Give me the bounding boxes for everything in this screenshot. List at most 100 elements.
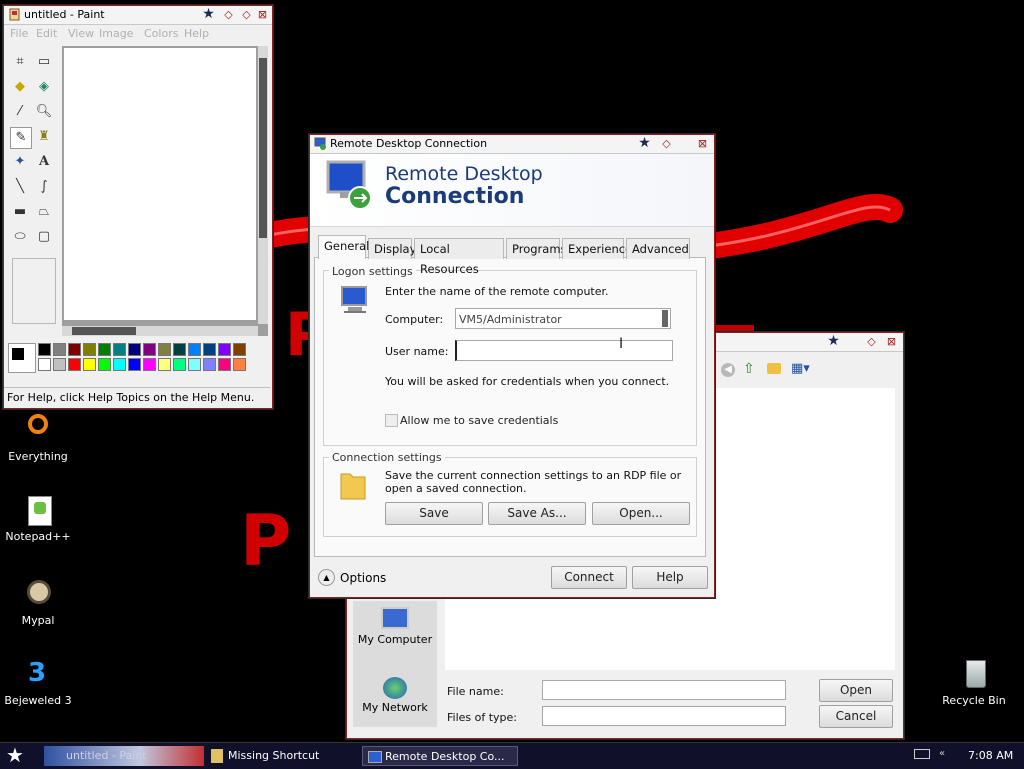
open-button[interactable]: Open xyxy=(819,679,893,702)
color-swatch[interactable] xyxy=(188,343,201,356)
open-button[interactable]: Open... xyxy=(592,502,690,525)
color-swatch[interactable] xyxy=(158,343,171,356)
magnifier-icon[interactable]: 🔍︎ xyxy=(34,102,54,122)
tab-display[interactable]: Display xyxy=(368,238,416,259)
color-swatch[interactable] xyxy=(218,358,231,371)
close-icon[interactable]: ⊠ xyxy=(255,7,270,22)
color-swatch[interactable] xyxy=(143,358,156,371)
polygon-icon[interactable]: ⏢ xyxy=(34,202,54,222)
color-swatch[interactable] xyxy=(203,358,216,371)
tool-options[interactable] xyxy=(12,258,56,324)
minimize-icon[interactable]: ◇ xyxy=(221,7,236,22)
color-swatch[interactable] xyxy=(173,358,186,371)
menu-help[interactable]: Help xyxy=(184,27,209,40)
text-icon[interactable]: A xyxy=(34,152,54,172)
free-select-icon[interactable]: ⌗ xyxy=(10,52,30,72)
places-my-computer[interactable]: My Computer xyxy=(353,607,437,646)
current-colors[interactable] xyxy=(8,343,36,373)
tab-experience[interactable]: Experience xyxy=(562,238,632,259)
tab-programs[interactable]: Programs xyxy=(506,238,567,259)
rect-select-icon[interactable]: ▭ xyxy=(34,52,54,72)
color-swatch[interactable] xyxy=(188,358,201,371)
desktop-icon-notepadpp[interactable]: Notepad++ xyxy=(0,494,76,543)
paint-titlebar[interactable]: untitled - Paint ★ ◇ ◇ ⊠ xyxy=(4,6,272,25)
options-toggle[interactable]: ▲ Options xyxy=(318,569,398,587)
close-icon[interactable]: ⊠ xyxy=(695,136,710,151)
computer-input[interactable]: VM5/Administrator xyxy=(455,308,671,329)
menu-view[interactable]: View xyxy=(68,27,94,40)
vertical-scrollbar[interactable] xyxy=(258,46,268,324)
color-swatch[interactable] xyxy=(38,358,51,371)
color-swatch[interactable] xyxy=(83,358,96,371)
color-swatch[interactable] xyxy=(158,358,171,371)
desktop-icon-everything[interactable]: Everything xyxy=(0,414,76,463)
close-icon[interactable]: ⊠ xyxy=(884,334,899,349)
fill-icon[interactable]: ◈ xyxy=(34,77,54,97)
rounded-rect-icon[interactable]: ▢ xyxy=(34,227,54,247)
drawing-canvas[interactable] xyxy=(64,48,256,320)
pin-icon[interactable]: ★ xyxy=(826,334,841,349)
save-credentials-checkbox[interactable] xyxy=(385,414,398,427)
desktop-icon-bejeweled[interactable]: 3 Bejeweled 3 xyxy=(0,658,76,707)
color-swatch[interactable] xyxy=(143,343,156,356)
brush-icon[interactable]: ♜ xyxy=(34,127,54,147)
color-swatch[interactable] xyxy=(113,358,126,371)
task-missing-shortcut[interactable]: Missing Shortcut xyxy=(206,746,356,766)
color-swatch[interactable] xyxy=(173,343,186,356)
task-paint[interactable]: untitled - Paint xyxy=(44,746,204,766)
new-folder-icon[interactable] xyxy=(767,363,781,374)
start-button[interactable]: ★ xyxy=(6,744,24,766)
up-folder-icon[interactable]: ⇧ xyxy=(743,361,755,377)
tab-advanced[interactable]: Advanced xyxy=(626,238,690,259)
pin-icon[interactable]: ★ xyxy=(637,136,652,151)
tab-general[interactable]: General xyxy=(318,235,369,259)
file-name-input[interactable] xyxy=(542,680,786,700)
save-button[interactable]: Save xyxy=(385,502,483,525)
color-picker-icon[interactable]: ⁄ xyxy=(10,102,30,122)
color-swatch[interactable] xyxy=(68,358,81,371)
tab-local-resources[interactable]: Local Resources xyxy=(414,238,504,276)
menu-edit[interactable]: Edit xyxy=(36,27,57,40)
scroll-thumb[interactable] xyxy=(72,327,136,335)
task-remote-desktop[interactable]: Remote Desktop Co... xyxy=(362,746,518,766)
airbrush-icon[interactable]: ✦ xyxy=(10,152,30,172)
cancel-button[interactable]: Cancel xyxy=(819,705,893,728)
desktop-icon-recycle-bin[interactable]: Recycle Bin xyxy=(936,658,1012,707)
rectangle-icon[interactable]: ▬ xyxy=(10,202,30,222)
connect-button[interactable]: Connect xyxy=(551,566,627,589)
menu-colors[interactable]: Colors xyxy=(144,27,178,40)
color-swatch[interactable] xyxy=(128,358,141,371)
tray-arrow-icon[interactable]: « xyxy=(939,748,945,759)
line-icon[interactable]: ╲ xyxy=(10,177,30,197)
username-input[interactable] xyxy=(455,340,673,361)
ellipse-icon[interactable]: ⬭ xyxy=(10,227,30,247)
color-swatch[interactable] xyxy=(83,343,96,356)
back-icon[interactable]: ◀ xyxy=(721,363,735,377)
save-as-button[interactable]: Save As... xyxy=(488,502,586,525)
keyboard-icon[interactable] xyxy=(914,749,930,759)
menu-image[interactable]: Image xyxy=(99,27,133,40)
color-swatch[interactable] xyxy=(98,343,111,356)
help-button[interactable]: Help xyxy=(632,566,708,589)
pin-icon[interactable]: ★ xyxy=(201,7,216,22)
desktop-icon-mypal[interactable]: Mypal xyxy=(0,578,76,627)
color-swatch[interactable] xyxy=(233,358,246,371)
color-swatch[interactable] xyxy=(53,358,66,371)
scroll-thumb[interactable] xyxy=(259,58,267,238)
computer-dropdown-icon[interactable] xyxy=(662,310,668,327)
color-swatch[interactable] xyxy=(233,343,246,356)
pencil-icon[interactable]: ✎ xyxy=(10,127,32,149)
color-swatch[interactable] xyxy=(53,343,66,356)
curve-icon[interactable]: ∫ xyxy=(34,177,54,197)
color-swatch[interactable] xyxy=(218,343,231,356)
horizontal-scrollbar[interactable] xyxy=(62,326,258,336)
minimize-icon[interactable]: ◇ xyxy=(864,334,879,349)
eraser-icon[interactable]: ◆ xyxy=(10,77,30,97)
files-of-type-select[interactable] xyxy=(542,706,786,726)
minimize-icon[interactable]: ◇ xyxy=(659,136,674,151)
color-swatch[interactable] xyxy=(113,343,126,356)
places-my-network[interactable]: My Network xyxy=(353,677,437,714)
menu-file[interactable]: File xyxy=(10,27,28,40)
color-swatch[interactable] xyxy=(128,343,141,356)
rdc-titlebar[interactable]: Remote Desktop Connection ★ ◇ ⊠ xyxy=(310,135,714,154)
